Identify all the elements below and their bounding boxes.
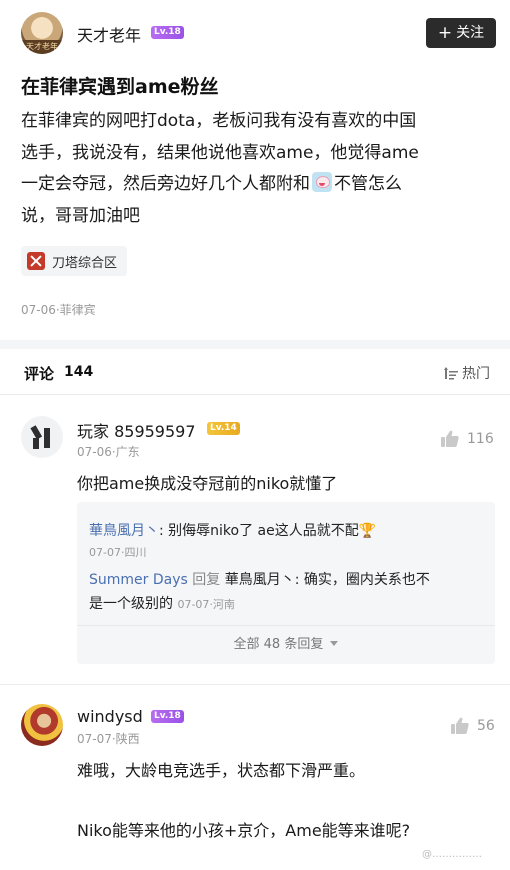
topic-tag-label: 刀塔综合区 (52, 255, 118, 271)
sort-icon (444, 367, 458, 380)
reply-text: 是一个级别的 (89, 596, 173, 612)
comment-meta: 07-07·陕西 (77, 732, 140, 746)
sort-label: 热门 (462, 366, 490, 382)
comment-text: 难哦，大龄电竞选手，状态都下滑严重。 (77, 761, 366, 780)
post-body: 在菲律宾的网吧打dota，老板问我有没有喜欢的中国 选手，我说没有，结果他说他喜… (21, 106, 493, 232)
reply-author[interactable]: 華鳥風月丶 (89, 523, 159, 539)
section-divider (0, 340, 510, 349)
watermark: @…………… (422, 849, 482, 860)
comment-meta: 07-06·广东 (77, 445, 140, 459)
reply-word: 回复 (192, 572, 221, 588)
comments-title: 评论 (24, 365, 55, 383)
author-avatar[interactable]: 天才老年 (21, 12, 63, 54)
comment-avatar[interactable] (21, 704, 63, 746)
comment-text: 你把ame换成没夺冠前的niko就懂了 (77, 474, 338, 493)
laughing-emoji-icon (312, 172, 332, 192)
like-button[interactable]: 56 (451, 717, 495, 734)
like-button[interactable]: 116 (441, 430, 494, 447)
avatar-caption: 天才老年 (21, 40, 63, 54)
player-logo-icon (30, 425, 50, 449)
post-body-line: 在菲律宾的网吧打dota，老板问我有没有喜欢的中国 (21, 111, 417, 131)
post-title: 在菲律宾遇到ame粉丝 (21, 76, 219, 98)
comments-count: 144 (64, 364, 94, 380)
post-body-line: 说，哥哥加油吧 (21, 205, 140, 226)
comments-header: 评论 144 热门 (0, 349, 510, 395)
post-body-line: 一定会夺冠，然后旁边好几个人都附和 不管怎么 (21, 169, 493, 201)
reply-item: 華鳥風月丶: 别侮辱niko了 ae这人品就不配🏆 (89, 520, 376, 540)
post-meta: 07-06·菲律宾 (21, 303, 96, 317)
plus-icon: + (437, 23, 453, 43)
thumbs-up-icon (441, 430, 459, 447)
reply-box: 華鳥風月丶: 别侮辱niko了 ae这人品就不配🏆 07-07·四川 Summe… (77, 502, 495, 664)
follow-button[interactable]: + 关注 (426, 18, 496, 48)
reply-author[interactable]: Summer Days (89, 572, 188, 588)
topic-tag[interactable]: 刀塔综合区 (21, 246, 128, 276)
reply-item-cont: 是一个级别的 07-07·河南 (89, 593, 235, 613)
comment-text: Niko能等来他的小孩+京介，Ame能等来谁呢? (77, 821, 411, 840)
sort-toggle[interactable]: 热门 (444, 363, 490, 383)
reply-text: : 别侮辱niko了 ae这人品就不配🏆 (159, 523, 377, 539)
comment-divider (0, 684, 510, 685)
like-count: 56 (477, 717, 495, 734)
thumbs-up-icon (451, 717, 469, 734)
post-body-text: 不管怎么 (334, 174, 402, 194)
view-all-replies-button[interactable]: 全部 48 条回复 (77, 626, 495, 664)
view-all-replies-label: 全部 48 条回复 (233, 637, 324, 652)
comment-author[interactable]: 玩家 85959597 (77, 418, 196, 442)
reply-meta: 07-07·河南 (177, 598, 235, 611)
comment-avatar[interactable] (21, 416, 63, 458)
post-body-line: 选手，我说没有，结果他说他喜欢ame，他觉得ame (21, 142, 419, 163)
post-body-text: 一定会夺冠，然后旁边好几个人都附和 (21, 174, 310, 194)
post-header: 天才老年 天才老年 Lv.18 + 关注 (0, 0, 510, 66)
chevron-down-icon (330, 641, 339, 646)
header-divider (0, 394, 510, 395)
comment-level-badge: Lv.18 (151, 710, 184, 723)
comment-author[interactable]: windysd (77, 707, 143, 726)
follow-label: 关注 (456, 25, 485, 41)
reply-to-name[interactable]: 華鳥風月丶 (225, 572, 295, 588)
comment-level-badge: Lv.14 (207, 422, 240, 435)
reply-item: Summer Days 回复 華鳥風月丶: 确实，圈内关系也不 (89, 569, 430, 589)
like-count: 116 (467, 430, 494, 447)
reply-meta: 07-07·四川 (89, 546, 147, 559)
dota-logo-icon (27, 252, 45, 270)
author-level-badge: Lv.18 (151, 26, 184, 39)
reply-text: : 确实，圈内关系也不 (294, 572, 430, 588)
author-name[interactable]: 天才老年 (77, 22, 141, 46)
